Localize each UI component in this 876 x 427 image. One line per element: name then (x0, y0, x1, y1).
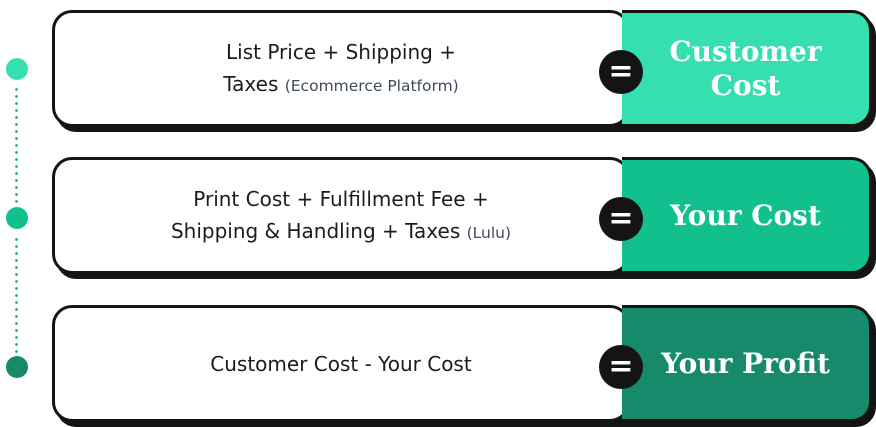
result-line-1: Your Profit (661, 346, 830, 380)
equals-icon: = (599, 345, 643, 389)
formula-box: List Price + Shipping + Taxes (Ecommerce… (52, 10, 630, 127)
formula-line-2: Shipping & Handling + Taxes (Lulu) (171, 215, 511, 249)
formula-line-2-main: Shipping & Handling + Taxes (170, 218, 461, 243)
formula-line-1: Print Cost + Fulfillment Fee + (193, 186, 489, 211)
equation-row-your-profit: Customer Cost - Your Cost Your Profit = (52, 305, 876, 427)
timeline-dot-2 (6, 207, 28, 229)
equation-row-customer-cost: List Price + Shipping + Taxes (Ecommerce… (52, 10, 876, 132)
result-line-1: Your Cost (670, 198, 821, 232)
result-line-1: Customer (669, 34, 822, 68)
equals-icon: = (599, 197, 643, 241)
formula-note: (Lulu) (466, 223, 512, 242)
result-line-2: Cost (710, 68, 781, 102)
formula-line-2-main: Taxes (223, 71, 279, 96)
formula-text: Print Cost + Fulfillment Fee + Shipping … (171, 183, 511, 249)
timeline-dotted-line-1 (15, 86, 18, 204)
result-box: Your Cost (622, 157, 872, 274)
formula-box: Customer Cost - Your Cost (52, 305, 630, 422)
equals-icon: = (599, 50, 643, 94)
formula-line-1: List Price + Shipping + (226, 39, 456, 64)
timeline-dot-3 (6, 356, 28, 378)
formula-text: List Price + Shipping + Taxes (Ecommerce… (223, 36, 458, 102)
timeline-dotted-line-2 (15, 236, 18, 354)
equation-row-your-cost: Print Cost + Fulfillment Fee + Shipping … (52, 157, 876, 279)
result-text: Customer Cost (669, 35, 821, 103)
timeline-dot-1 (6, 58, 28, 80)
formula-line-1: Customer Cost - Your Cost (210, 351, 472, 376)
result-box: Your Profit (622, 305, 872, 422)
formula-line-2: Taxes (Ecommerce Platform) (223, 68, 458, 102)
formula-note: (Ecommerce Platform) (284, 76, 459, 95)
formula-box: Print Cost + Fulfillment Fee + Shipping … (52, 157, 630, 274)
result-box: Customer Cost (622, 10, 872, 127)
